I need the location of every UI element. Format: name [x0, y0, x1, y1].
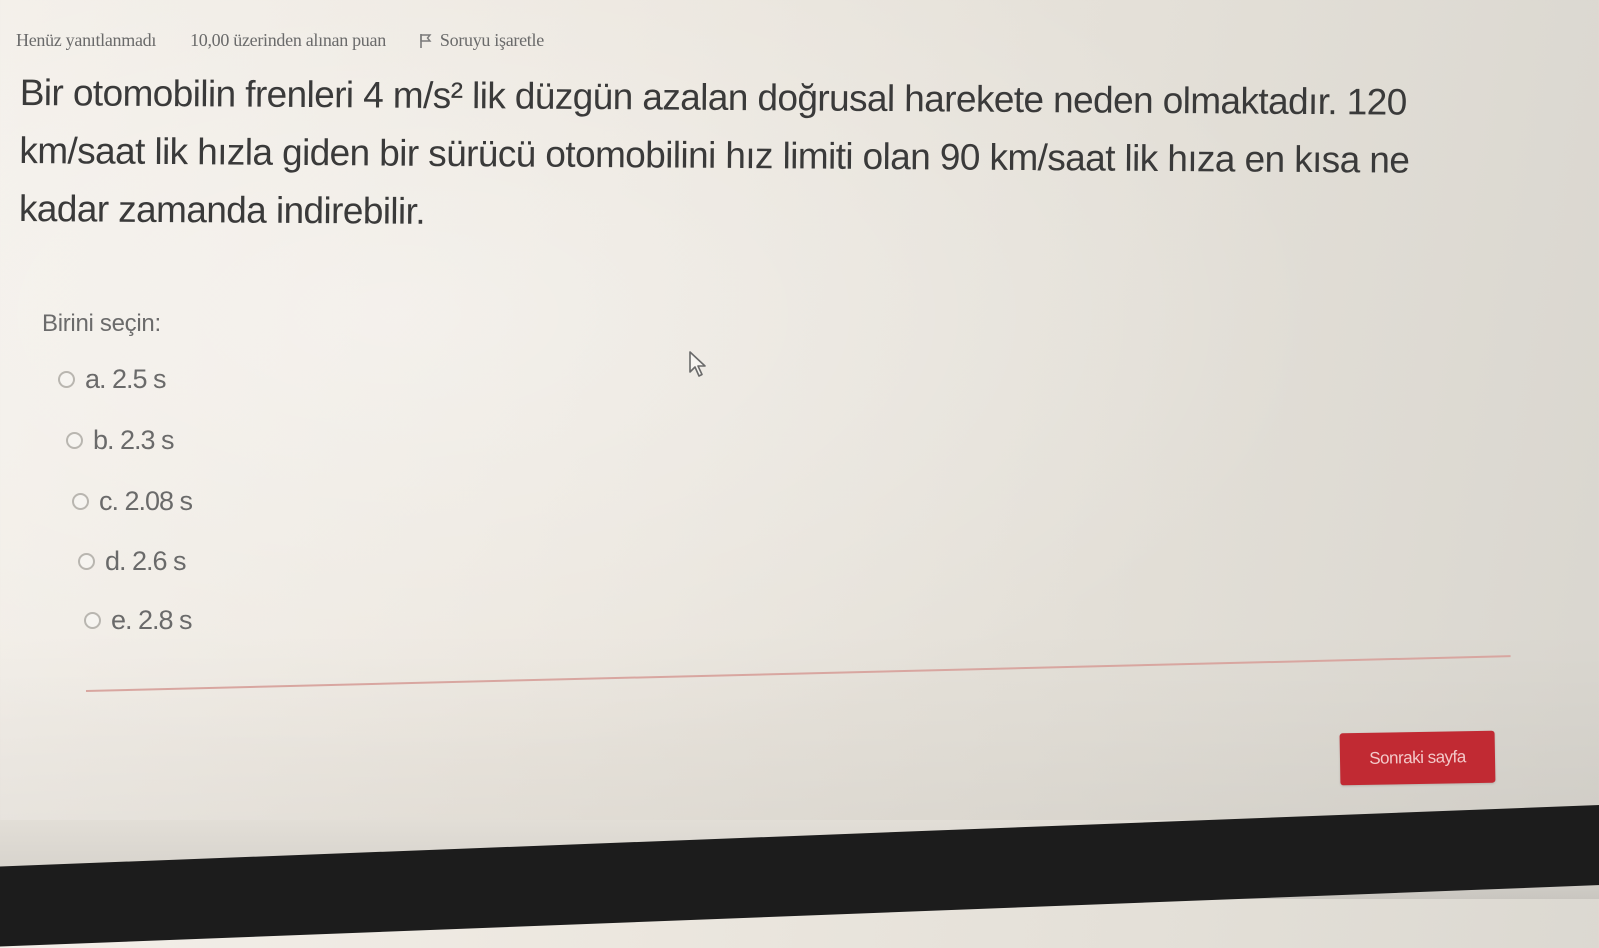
next-page-button[interactable]: Sonraki sayfa — [1339, 730, 1496, 786]
flag-question-label: Soruyu işaretle — [439, 30, 544, 50]
flag-icon — [420, 33, 432, 48]
radio-button[interactable] — [78, 553, 95, 570]
answer-option-d[interactable]: d. 2.6 s — [78, 546, 187, 577]
answer-option-c[interactable]: c. 2.08 s — [72, 486, 193, 517]
answer-option-e[interactable]: e. 2.8 s — [84, 605, 193, 636]
answer-option-label: e. 2.8 s — [111, 605, 193, 635]
question-state: Henüz yanıtlanmadı — [16, 30, 157, 50]
radio-button[interactable] — [72, 493, 89, 510]
answer-option-label: b. 2.3 s — [93, 425, 175, 455]
answer-option-a[interactable]: a. 2.5 s — [58, 364, 167, 395]
question-text-line: kadar zamanda indirebilir. — [18, 187, 426, 232]
answer-option-label: c. 2.08 s — [99, 486, 193, 516]
answer-option-label: d. 2.6 s — [105, 546, 187, 576]
answer-prompt: Birini seçin: — [42, 310, 161, 337]
question-text: Bir otomobilin frenleri 4 m/s² lik düzgü… — [19, 64, 1560, 249]
question-text-line: Bir otomobilin frenleri 4 m/s² lik düzgü… — [19, 71, 1407, 123]
radio-button[interactable] — [66, 432, 83, 449]
answer-option-label: a. 2.5 s — [85, 364, 167, 394]
radio-button[interactable] — [58, 371, 75, 388]
question-grade: 10,00 üzerinden alınan puan — [190, 30, 386, 50]
flag-question-link[interactable]: Soruyu işaretle — [418, 30, 544, 51]
radio-button[interactable] — [84, 612, 101, 629]
question-info: Henüz yanıtlanmadı 10,00 üzerinden alına… — [16, 30, 544, 51]
section-divider — [85, 655, 1511, 692]
question-text-line: km/saat lik hızla giden bir sürücü otomo… — [19, 129, 1410, 181]
mouse-cursor-icon — [689, 351, 706, 377]
answer-option-b[interactable]: b. 2.3 s — [66, 425, 175, 456]
